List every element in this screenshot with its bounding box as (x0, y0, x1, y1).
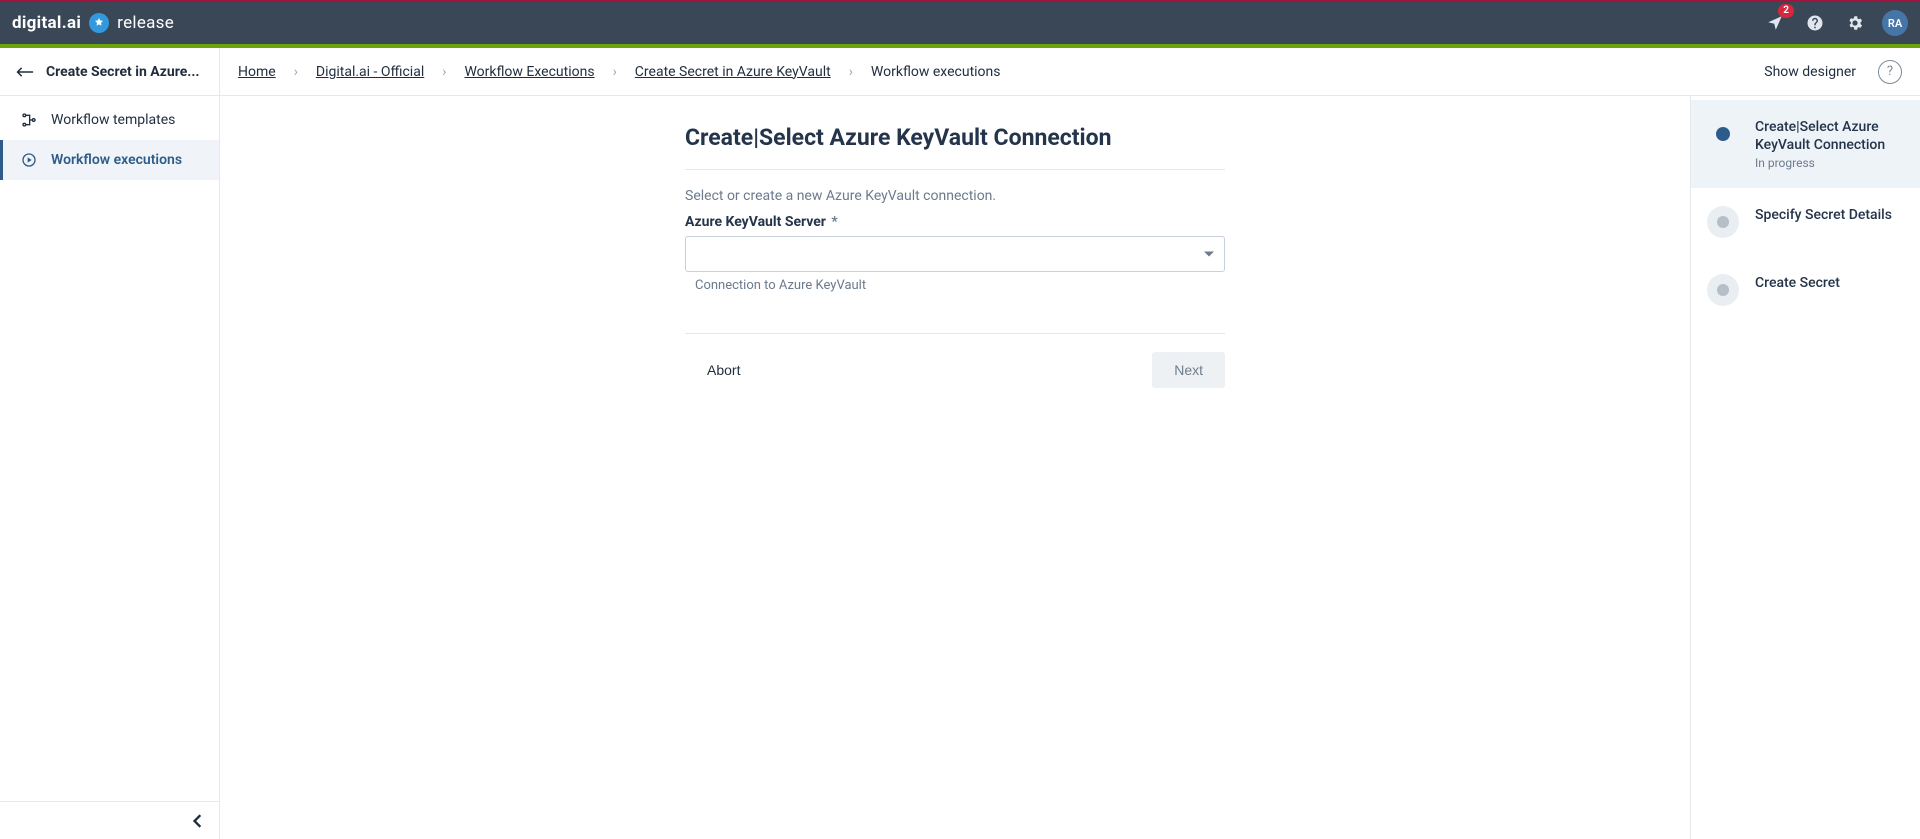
step-indicator (1707, 206, 1739, 238)
next-button[interactable]: Next (1152, 352, 1225, 388)
page-title: Create|Select Azure KeyVault Connection (685, 124, 1225, 151)
dot-icon (1716, 127, 1730, 141)
brand-name: digital.ai (12, 13, 81, 33)
form-actions: Abort Next (685, 333, 1225, 388)
settings-icon[interactable] (1842, 10, 1868, 36)
sidebar-back-title: Create Secret in Azure... (46, 64, 199, 80)
chevron-right-icon: › (613, 64, 617, 80)
steps-panel: Create|Select Azure KeyVault Connection … (1690, 96, 1920, 839)
chevron-left-icon (191, 814, 205, 828)
chevron-right-icon: › (849, 64, 853, 80)
field-label-text: Azure KeyVault Server (685, 214, 826, 230)
main-panel: Home › Digital.ai - Official › Workflow … (220, 48, 1920, 839)
left-sidebar: Create Secret in Azure... Workflow templ… (0, 48, 220, 839)
divider (685, 169, 1225, 170)
sidebar-back-button[interactable]: Create Secret in Azure... (0, 48, 219, 96)
notification-badge: 2 (1778, 4, 1794, 18)
step-create-secret[interactable]: Create Secret (1691, 256, 1920, 324)
product-name: release (117, 13, 174, 33)
form-area: Create|Select Azure KeyVault Connection … (220, 96, 1690, 839)
sidebar-item-workflow-templates[interactable]: Workflow templates (0, 100, 219, 140)
breadcrumb-home[interactable]: Home (238, 64, 276, 80)
sidebar-item-workflow-executions[interactable]: Workflow executions (0, 140, 219, 180)
required-marker: * (828, 214, 838, 230)
chevron-right-icon: › (294, 64, 298, 80)
breadcrumb-workflow[interactable]: Create Secret in Azure KeyVault (635, 64, 831, 80)
breadcrumb: Home › Digital.ai - Official › Workflow … (238, 64, 1001, 80)
breadcrumb-current: Workflow executions (871, 64, 1001, 80)
chevron-right-icon: › (442, 64, 446, 80)
topbar-tools: 2 RA (1762, 10, 1908, 36)
form-description: Select or create a new Azure KeyVault co… (685, 188, 1225, 204)
brand-logo-text: digital.ai (12, 13, 81, 33)
step-indicator (1707, 274, 1739, 306)
step-indicator (1707, 118, 1739, 150)
help-icon[interactable] (1802, 10, 1828, 36)
azure-keyvault-server-select[interactable] (685, 236, 1225, 272)
field-label: Azure KeyVault Server * (685, 214, 1225, 230)
breadcrumb-folder[interactable]: Digital.ai - Official (316, 64, 424, 80)
sidebar-item-label: Workflow executions (51, 152, 182, 168)
show-designer-button[interactable]: Show designer (1764, 64, 1856, 80)
step-create-select-connection[interactable]: Create|Select Azure KeyVault Connection … (1691, 100, 1920, 188)
breadcrumb-executions[interactable]: Workflow Executions (464, 64, 594, 80)
context-help-icon[interactable]: ? (1878, 60, 1902, 84)
templates-icon (21, 112, 37, 128)
field-hint: Connection to Azure KeyVault (685, 278, 1225, 293)
brand: digital.ai release (12, 13, 174, 33)
step-title: Create Secret (1755, 274, 1840, 292)
step-status: In progress (1755, 156, 1902, 170)
breadcrumb-row: Home › Digital.ai - Official › Workflow … (220, 48, 1920, 96)
step-title: Specify Secret Details (1755, 206, 1892, 224)
breadcrumb-right: Show designer ? (1764, 60, 1902, 84)
sidebar-collapse-button[interactable] (0, 801, 219, 839)
back-arrow-icon (16, 65, 34, 79)
step-specify-secret-details[interactable]: Specify Secret Details (1691, 188, 1920, 256)
notifications-icon[interactable]: 2 (1762, 10, 1788, 36)
sidebar-item-label: Workflow templates (51, 112, 175, 128)
caret-down-icon (1204, 252, 1214, 257)
dot-icon (1717, 216, 1729, 228)
abort-button[interactable]: Abort (685, 352, 762, 388)
step-title: Create|Select Azure KeyVault Connection (1755, 118, 1902, 154)
executions-icon (21, 152, 37, 168)
release-icon (89, 13, 109, 33)
top-header: digital.ai release 2 RA (0, 0, 1920, 44)
sidebar-nav: Workflow templates Workflow executions (0, 96, 219, 801)
dot-icon (1717, 284, 1729, 296)
avatar[interactable]: RA (1882, 10, 1908, 36)
